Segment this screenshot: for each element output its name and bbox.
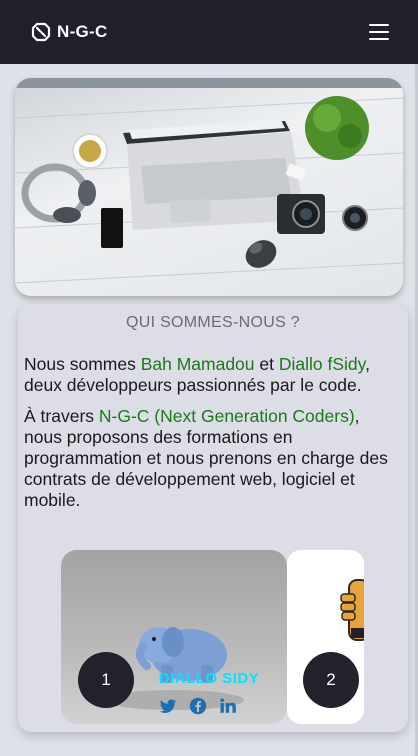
name-bah-mamadou: Bah Mamadou bbox=[140, 354, 255, 374]
hamburger-icon bbox=[369, 24, 389, 26]
hero-image bbox=[15, 78, 403, 296]
hamburger-icon bbox=[369, 38, 389, 40]
member-name: DIALLO SIDY bbox=[158, 670, 260, 687]
text: Nous sommes bbox=[24, 354, 141, 374]
hamburger-icon bbox=[369, 31, 389, 33]
text: À travers bbox=[24, 406, 99, 426]
slide-number-1[interactable]: 1 bbox=[78, 652, 134, 708]
slide-number-2[interactable]: 2 bbox=[303, 652, 359, 708]
logo-icon bbox=[31, 22, 51, 42]
section-title: QUI SOMMES-NOUS ? bbox=[125, 314, 300, 331]
linkedin-icon[interactable] bbox=[219, 697, 237, 715]
twitter-icon[interactable] bbox=[159, 697, 177, 715]
desk-workspace-illustration bbox=[15, 78, 403, 284]
brand-name: N-G-C bbox=[57, 22, 108, 41]
about-paragraph-2: À travers N-G-C (Next Generation Coders)… bbox=[24, 406, 402, 511]
navbar: N-G-C bbox=[0, 0, 418, 64]
text: et bbox=[254, 354, 279, 374]
social-links bbox=[159, 697, 237, 715]
brand[interactable]: N-G-C bbox=[31, 22, 108, 42]
menu-button[interactable] bbox=[369, 23, 389, 41]
about-text: Nous sommes Bah Mamadou et Diallo fSidy,… bbox=[24, 354, 402, 521]
org-name: N-G-C (Next Generation Coders) bbox=[98, 406, 355, 426]
facebook-icon[interactable] bbox=[189, 697, 207, 715]
about-paragraph-1: Nous sommes Bah Mamadou et Diallo fSidy,… bbox=[24, 354, 402, 396]
name-diallo-fsidy: Diallo fSidy bbox=[278, 354, 366, 374]
